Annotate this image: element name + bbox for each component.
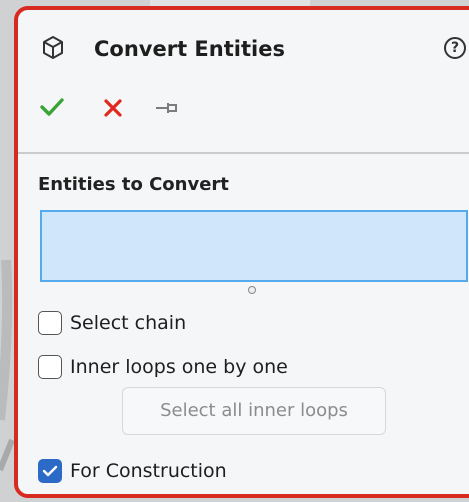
convert-entities-cube-icon: [43, 36, 63, 59]
help-icon[interactable]: ?: [444, 37, 466, 59]
selection-box-resize-handle[interactable]: [248, 286, 256, 294]
inner-loops-option[interactable]: Inner loops one by one: [38, 353, 288, 381]
header-separator: [18, 152, 469, 154]
inner-loops-label: Inner loops one by one: [70, 356, 288, 378]
ok-check-icon[interactable]: [40, 96, 64, 118]
for-construction-option[interactable]: For Construction: [38, 457, 227, 485]
select-chain-label: Select chain: [70, 312, 187, 334]
for-construction-checkbox[interactable]: [38, 459, 62, 483]
select-chain-option[interactable]: Select chain: [38, 309, 186, 337]
panel-title: Convert Entities: [94, 37, 285, 61]
section-title-entities-to-convert: Entities to Convert: [38, 174, 229, 195]
cancel-x-icon[interactable]: [102, 97, 124, 119]
for-construction-label: For Construction: [70, 460, 227, 482]
select-chain-checkbox[interactable]: [38, 311, 62, 335]
panel-header: Convert Entities ?: [18, 10, 469, 96]
select-all-inner-loops-button[interactable]: Select all inner loops: [122, 387, 386, 435]
inner-loops-checkbox[interactable]: [38, 355, 62, 379]
checkmark-icon: [42, 465, 58, 477]
entities-selection-box[interactable]: [40, 210, 468, 282]
pushpin-icon[interactable]: [154, 100, 180, 116]
convert-entities-panel: Convert Entities ? Entities to Convert S…: [14, 6, 469, 498]
